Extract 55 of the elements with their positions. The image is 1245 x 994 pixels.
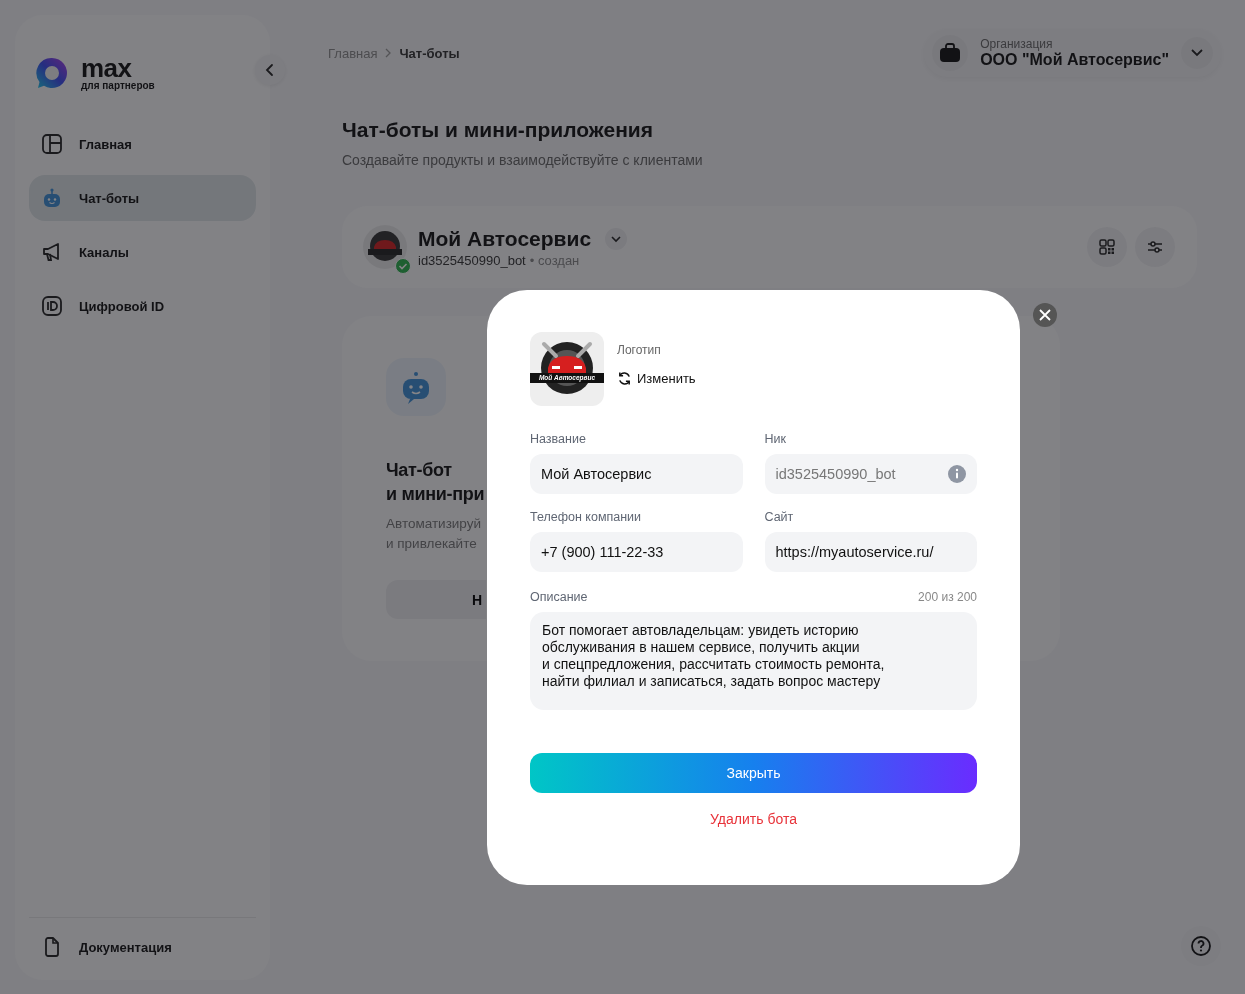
help-icon xyxy=(1190,935,1212,957)
caret-icon xyxy=(1181,37,1213,69)
organization-label: Организация xyxy=(980,37,1054,51)
bot-avatar-drawing xyxy=(362,224,408,270)
qr-code-icon xyxy=(1098,238,1116,256)
info-icon xyxy=(948,465,966,483)
id-card-icon xyxy=(41,295,63,317)
dialog-close-button[interactable] xyxy=(1033,303,1057,327)
briefcase-icon xyxy=(932,35,969,71)
input-field[interactable]: Мой Автосервис xyxy=(530,454,743,494)
promo-title: и мини-при xyxy=(386,483,485,507)
character-counter: 200 из 200 xyxy=(918,590,977,604)
sidebar-item[interactable]: Каналы xyxy=(29,229,256,275)
field-label: Телефон компании xyxy=(530,510,643,524)
chevron-right-icon xyxy=(384,48,393,58)
brand-name: max xyxy=(81,55,133,81)
delete-bot-link[interactable]: Удалить бота xyxy=(710,811,797,827)
robot-icon xyxy=(386,358,446,417)
sidebar-item[interactable]: Чат-боты xyxy=(29,175,256,221)
field-label: Ник xyxy=(764,432,787,446)
promo-title: Чат-бот xyxy=(386,459,452,483)
sidebar-item[interactable]: Документация xyxy=(29,924,256,970)
qr-code-button[interactable] xyxy=(1087,227,1127,267)
dropdown-button[interactable] xyxy=(605,227,628,250)
page-subtitle: Создавайте продукты и взаимодействуйте с клиентами xyxy=(342,152,704,168)
settings-button[interactable] xyxy=(1135,227,1175,267)
description-field[interactable]: Бот помогает автовладельцам: увидеть историю обслуживания в нашем сервисе, получить акции и спецпредложения, рассчитать стоимость ремонта, найти филиал и записаться, задать вопрос мастеру xyxy=(530,612,977,710)
close-button[interactable]: Закрыть xyxy=(530,753,977,793)
logo-label: Логотип xyxy=(617,343,662,357)
change-logo-button[interactable]: Изменить xyxy=(617,371,696,386)
organization-selector[interactable]: Организация ООО "Мой Автосервис" xyxy=(924,29,1221,77)
input-field[interactable]: https://myautoservice.ru/ xyxy=(764,532,977,572)
bot-nick: id3525450990_bot xyxy=(418,252,526,268)
input-field[interactable]: +7 (900) 111-22-33 xyxy=(530,532,743,572)
promo-text: и привлекайте xyxy=(386,535,477,554)
caret-icon xyxy=(610,234,623,243)
bot-name: Мой Автосервис xyxy=(418,226,592,251)
refresh-icon xyxy=(617,371,632,386)
close-icon xyxy=(1039,309,1051,321)
organization-name: ООО "Мой Автосервис" xyxy=(980,51,1169,69)
robot-icon xyxy=(41,187,63,209)
promo-text: Автоматизируй xyxy=(386,515,481,534)
page-title: Чат-боты и мини-приложения xyxy=(342,118,654,142)
breadcrumb-link[interactable]: Чат-боты xyxy=(399,45,460,61)
field-label: Сайт xyxy=(764,510,795,524)
sidebar-item[interactable]: Цифровой ID xyxy=(29,283,256,329)
brand-tagline: для партнеров xyxy=(81,81,155,91)
logo-icon xyxy=(35,56,69,90)
input-field[interactable]: id3525450990_bot xyxy=(764,454,977,494)
field-label: Название xyxy=(530,432,587,446)
field-label: Описание xyxy=(530,590,588,604)
create-button[interactable]: Н xyxy=(386,580,486,619)
layout-icon xyxy=(41,133,63,155)
sliders-icon xyxy=(1146,238,1164,256)
sidebar-item[interactable]: Главная xyxy=(29,121,256,167)
